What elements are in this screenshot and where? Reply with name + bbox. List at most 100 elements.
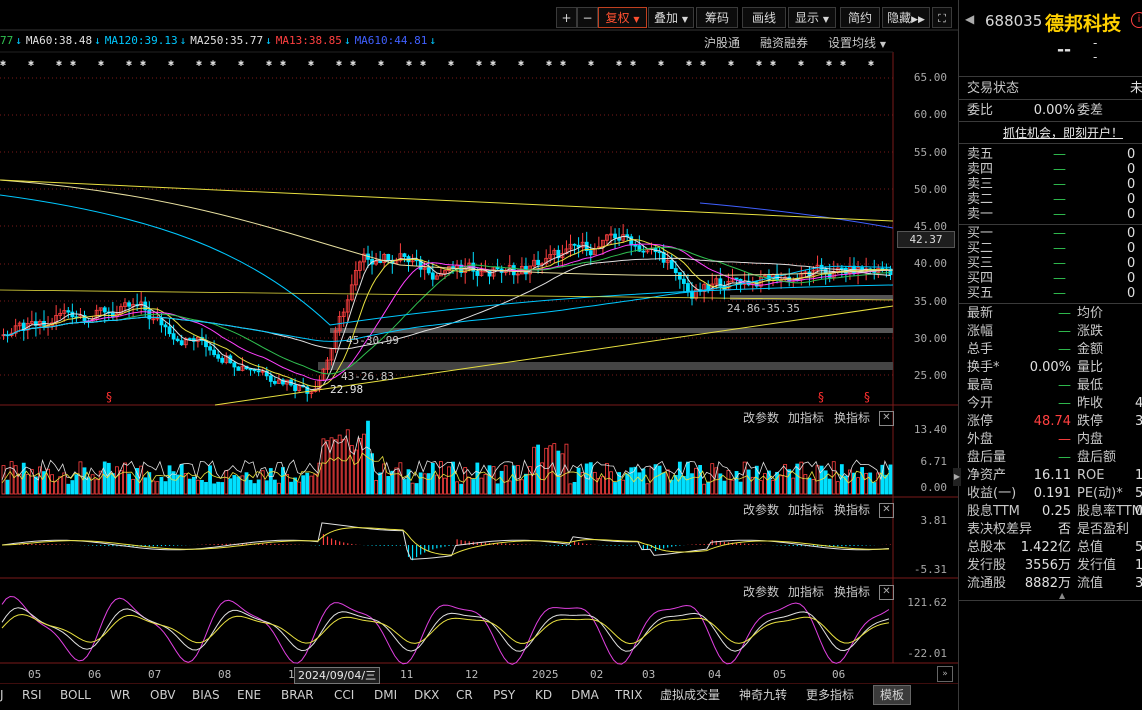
volume-bar (710, 463, 715, 495)
orderbook-row[interactable]: 买二 — 0 (965, 241, 1142, 256)
volume-bar (115, 466, 119, 495)
fullscreen-icon[interactable]: ⛶ (932, 7, 952, 28)
indicator-tab[interactable]: RSI (22, 686, 42, 704)
huanzhibiao-button[interactable]: 换指标 (834, 409, 870, 426)
orderbook-row[interactable]: 卖五 — 0 (965, 147, 1142, 162)
xianshi-button[interactable]: 显示 ▼ (788, 7, 836, 28)
orderbook-row[interactable]: 买五 — 0 (965, 286, 1142, 301)
indicator-tab[interactable]: J (0, 686, 4, 704)
volume-bar (244, 472, 249, 495)
event-marker: ✱ (406, 58, 412, 69)
event-marker: ✱ (210, 58, 216, 69)
event-marker: ✱ (728, 58, 734, 69)
huanzhibiao-button[interactable]: 换指标 (834, 501, 870, 518)
promo-link[interactable]: 抓住机会，即刻开户！ (1003, 124, 1123, 141)
indicator-tab[interactable]: PSY (493, 686, 515, 704)
event-marker: ✱ (826, 58, 832, 69)
junxian-setting[interactable]: 设置均线 ▼ (828, 34, 886, 51)
fuquan-button[interactable]: 复权 ▼ (598, 7, 647, 28)
scroll-right-icon[interactable]: » (937, 666, 953, 682)
volume-bar (394, 467, 399, 495)
orderbook-row[interactable]: 卖二 — 0 (965, 192, 1142, 207)
candle-body (102, 307, 107, 313)
info-icon[interactable]: i (1131, 12, 1142, 28)
quote-key: 内盘 (1077, 432, 1104, 447)
indicator-tab[interactable]: BRAR (281, 686, 314, 704)
jianyue-button[interactable]: 简约 (840, 7, 880, 28)
month-label: 06 (88, 668, 102, 681)
volume-bar (232, 475, 237, 495)
indicator-tab[interactable]: 神奇九转 (739, 686, 787, 704)
orderbook-row[interactable]: 卖三 — 0 (965, 177, 1142, 192)
indicator-tab[interactable]: BIAS (192, 686, 220, 704)
indicator-tab[interactable]: CCI (334, 686, 354, 704)
indicator-tab[interactable]: 虚拟成交量 (660, 686, 720, 704)
signal-marker[interactable]: § (818, 390, 824, 404)
month-label: 07 (148, 668, 162, 681)
level-label: 买三 (967, 256, 994, 271)
indicator-tab[interactable]: ENE (237, 686, 261, 704)
volume-bar (856, 477, 860, 495)
signal-marker[interactable]: § (106, 390, 112, 404)
volume-bar (835, 481, 840, 495)
volume-bar (204, 481, 208, 495)
jiazhibiao-button[interactable]: 加指标 (788, 409, 824, 426)
volume-bar (864, 472, 869, 495)
volume-bar (256, 479, 261, 495)
indicator-tab[interactable]: 更多指标 (806, 686, 854, 704)
indicator-tab[interactable]: DKX (414, 686, 439, 704)
orderbook-row[interactable]: 卖一 — 0 (965, 207, 1142, 222)
kline-chart[interactable]: ✱ ✱ ✱ ✱ ✱ ✱ ✱ ✱ ✱ ✱ ✱ ✱ ✱ ✱ ✱ ✱ ✱ ✱ ✱ ✱ ✱ ✱ ✱ ✱ ✱ ✱ ✱ ✱ ✱ ✱ ✱ ✱ ✱ ✱ ✱ ✱ ✱ ✱ (0, 0, 958, 684)
panel-toggle-icon[interactable]: ▶ (953, 468, 961, 486)
diejia-button[interactable]: 叠加 ▼ (648, 7, 694, 28)
volume-bar (50, 474, 54, 495)
orderbook-row[interactable]: 买一 — 0 (965, 226, 1142, 241)
candle-body (163, 324, 168, 328)
volume-bar (276, 482, 281, 495)
volume-bar (771, 479, 775, 495)
close-icon[interactable]: ✕ (879, 503, 894, 518)
yincang-button[interactable]: 隐藏▶▶ (882, 7, 930, 28)
chevron-down-icon: ▼ (822, 15, 829, 24)
quote-key: 均价 (1077, 306, 1104, 321)
zoom-out-button[interactable]: − (577, 7, 598, 28)
close-icon[interactable]: ✕ (879, 411, 894, 426)
huaxian-button[interactable]: 画线 (742, 7, 786, 28)
zoom-in-button[interactable]: + (556, 7, 577, 28)
close-icon[interactable]: ✕ (879, 585, 894, 600)
quote-value: 3556万 (1024, 558, 1071, 573)
price-tick-label: 60.00 (913, 108, 947, 121)
jiazhibiao-button[interactable]: 加指标 (788, 583, 824, 600)
jiazhibiao-button[interactable]: 加指标 (788, 501, 824, 518)
indicator-tab[interactable]: OBV (150, 686, 176, 704)
level-label: 卖一 (967, 207, 994, 222)
event-marker: ✱ (700, 58, 706, 69)
candle-body (686, 283, 690, 292)
event-marker: ✱ (546, 58, 552, 69)
chouma-button[interactable]: 筹码 (696, 7, 738, 28)
rongzi-link[interactable]: 融资融券 (760, 34, 808, 51)
indicator-tab[interactable]: CR (456, 686, 473, 704)
orderbook-row[interactable]: 买三 — 0 (965, 256, 1142, 271)
indicator-tab[interactable]: TRIX (615, 686, 642, 704)
indicator-tab[interactable]: BOLL (60, 686, 91, 704)
level-volume: 0 (1127, 241, 1136, 256)
stock-name[interactable]: 德邦科技 (1045, 9, 1121, 36)
indicator-tab[interactable]: 模板 (873, 685, 912, 705)
orderbook-row[interactable]: 买四 — 0 (965, 271, 1142, 286)
signal-marker[interactable]: § (864, 390, 870, 404)
indicator-tab[interactable]: KD (535, 686, 552, 704)
orderbook-row[interactable]: 卖四 — 0 (965, 162, 1142, 177)
candle-body (839, 267, 844, 270)
gaicanshu-button[interactable]: 改参数 (743, 501, 779, 518)
indicator-tab[interactable]: WR (110, 686, 130, 704)
quote-value: — (1058, 324, 1071, 339)
indicator-tab[interactable]: DMA (571, 686, 599, 704)
drag-handle-icon[interactable]: ▲ (1059, 591, 1065, 600)
huanzhibiao-button[interactable]: 换指标 (834, 583, 870, 600)
gaicanshu-button[interactable]: 改参数 (743, 583, 779, 600)
gaicanshu-button[interactable]: 改参数 (743, 409, 779, 426)
hugutong-link[interactable]: 沪股通 (704, 34, 740, 51)
collapse-left-icon[interactable]: ◀ (965, 12, 974, 26)
indicator-tab[interactable]: DMI (374, 686, 397, 704)
